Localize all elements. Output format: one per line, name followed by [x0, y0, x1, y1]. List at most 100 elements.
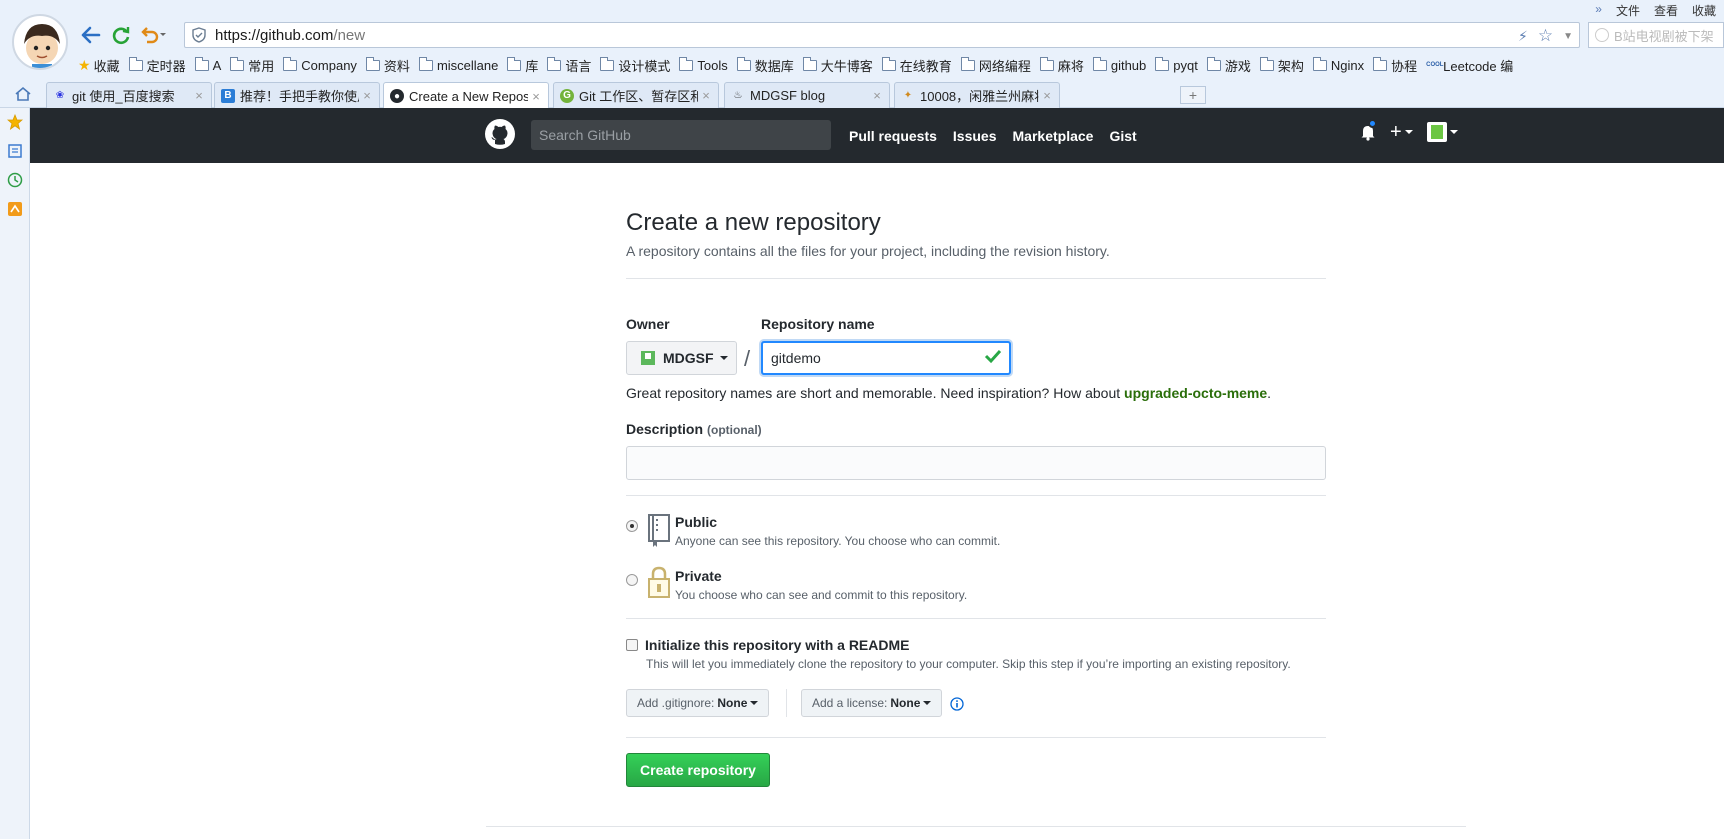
browser-search-box[interactable]: B站电视剧被下架 — [1588, 22, 1724, 48]
bookmark-item[interactable]: ★ 收藏 — [78, 56, 120, 75]
browser-tab[interactable]: ✦ 10008，闲雅兰州麻将::E× — [894, 82, 1060, 108]
bookmark-item[interactable]: 在线教育 — [881, 56, 952, 75]
gitignore-select[interactable]: Add .gitignore: None — [626, 689, 770, 717]
bookmark-item[interactable]: github — [1092, 56, 1147, 73]
browser-tab[interactable]: G Git 工作区、暂存区和版× — [553, 82, 719, 108]
github-header-right: + — [1360, 119, 1458, 142]
bookmark-label: 资料 — [383, 58, 410, 74]
name-suggestion[interactable]: upgraded-octo-meme — [1124, 385, 1267, 401]
baidu-paw-icon: ❀ — [55, 90, 65, 101]
bookmark-label: miscellane — [436, 57, 499, 73]
license-select[interactable]: Add a license: None — [801, 689, 943, 717]
home-button[interactable] — [14, 86, 32, 105]
info-icon[interactable] — [950, 697, 964, 711]
menu-view[interactable]: 查看 — [1654, 2, 1678, 19]
browser-tab[interactable]: ● Create a New Reposito× — [383, 82, 549, 109]
folder-icon — [1039, 56, 1054, 71]
license-label: Add a license: — [812, 696, 888, 710]
bookmark-item[interactable]: Company — [283, 56, 357, 73]
address-bar[interactable]: https://github.com/new ⚡ ☆ ▼ — [184, 22, 1580, 48]
readme-checkbox[interactable] — [626, 639, 638, 651]
gitignore-label: Add .gitignore: — [637, 696, 715, 710]
bookmark-label: github — [1110, 57, 1147, 73]
tab-label: 推荐！手把手教你使用Gi — [240, 89, 359, 104]
back-button[interactable] — [78, 23, 104, 47]
description-input[interactable] — [626, 446, 1326, 480]
undo-button[interactable] — [138, 23, 170, 47]
close-icon[interactable]: × — [191, 88, 207, 103]
bookmark-item[interactable]: 架构 — [1259, 56, 1304, 75]
reading-list-icon[interactable] — [7, 143, 23, 159]
bookmark-item[interactable]: miscellane — [418, 56, 499, 73]
bookmark-label: 语言 — [565, 58, 592, 74]
star-outline-icon[interactable]: ☆ — [1538, 26, 1553, 46]
nav-gist[interactable]: Gist — [1109, 128, 1136, 144]
readme-desc: This will let you immediately clone the … — [646, 657, 1291, 671]
browser-tab[interactable]: ❀ git 使用_百度搜索 × — [46, 82, 212, 108]
profile-dropdown[interactable] — [1426, 122, 1458, 142]
favorites-star-icon[interactable] — [7, 114, 23, 130]
menu-favorites[interactable]: 收藏 — [1692, 2, 1716, 19]
nav-pull-requests[interactable]: Pull requests — [849, 128, 937, 144]
create-repository-button[interactable]: Create repository — [626, 753, 770, 787]
bookmark-item[interactable]: 游戏 — [1206, 56, 1251, 75]
double-chevron-icon[interactable]: » — [1595, 2, 1602, 19]
menu-file[interactable]: 文件 — [1616, 2, 1640, 19]
nav-marketplace[interactable]: Marketplace — [1013, 128, 1094, 144]
profile-avatar — [1426, 122, 1447, 142]
user-avatar[interactable] — [12, 14, 68, 70]
bookmark-label: 游戏 — [1224, 58, 1251, 74]
bookmark-item[interactable]: Nginx — [1312, 56, 1364, 73]
close-icon[interactable]: × — [698, 88, 714, 103]
bookmark-item[interactable]: 资料 — [365, 56, 410, 75]
create-new-dropdown[interactable]: + — [1390, 122, 1413, 142]
github-logo-icon[interactable] — [484, 118, 516, 150]
bookmark-item[interactable]: A — [194, 56, 221, 73]
bookmark-label: 常用 — [248, 58, 275, 74]
history-clock-icon[interactable] — [7, 172, 23, 188]
bookmark-item[interactable]: 数据库 — [736, 56, 794, 75]
close-icon[interactable]: × — [359, 88, 375, 103]
browser-tab[interactable]: B 推荐！手把手教你使用Gi× — [214, 82, 380, 108]
github-nav: Pull requests Issues Marketplace Gist — [849, 108, 1137, 163]
private-desc: You choose who can see and commit to thi… — [675, 588, 968, 602]
dropdown-caret-icon[interactable]: ▼ — [1563, 31, 1573, 42]
address-bar-tools: ⚡ ☆ ▼ — [1518, 26, 1573, 46]
owner-select[interactable]: MDGSF — [626, 341, 737, 375]
folder-icon — [194, 56, 209, 71]
nav-issues[interactable]: Issues — [953, 128, 997, 144]
refresh-button[interactable] — [108, 23, 134, 47]
bookmark-item[interactable]: 常用 — [230, 56, 274, 75]
browser-tab[interactable]: ♨ MDGSF blog × — [724, 82, 890, 108]
notifications-button[interactable] — [1360, 119, 1377, 141]
close-icon[interactable]: × — [1039, 88, 1055, 103]
extension-icon[interactable] — [7, 201, 23, 217]
divider — [626, 618, 1326, 619]
flame-icon: ♨ — [733, 90, 743, 101]
close-icon[interactable]: × — [528, 89, 544, 104]
new-tab-button[interactable]: + — [1180, 86, 1206, 104]
url-text: https://github.com/new — [215, 27, 365, 44]
bookmark-item[interactable]: 麻将 — [1039, 56, 1084, 75]
lightning-icon[interactable]: ⚡ — [1518, 28, 1528, 45]
github-search-input[interactable]: Search GitHub — [531, 120, 831, 150]
bookmark-item[interactable]: 语言 — [547, 56, 591, 75]
bookmark-label: 麻将 — [1057, 58, 1084, 74]
public-radio[interactable] — [626, 520, 638, 532]
repository-name-input[interactable] — [761, 341, 1011, 375]
repo-name-hint: Great repository names are short and mem… — [626, 385, 1271, 401]
private-radio[interactable] — [626, 574, 638, 586]
bookmark-item[interactable]: 协程 — [1373, 56, 1417, 75]
bookmark-item[interactable]: Tools — [679, 56, 728, 73]
bookmark-item[interactable]: pyqt — [1155, 56, 1198, 73]
bookmark-item[interactable]: COOL Leetcode 编 — [1426, 56, 1513, 75]
tab-label: Git 工作区、暂存区和版 — [579, 89, 698, 104]
folder-icon — [1259, 56, 1274, 71]
bookmark-item[interactable]: 设计模式 — [600, 56, 670, 75]
bookmark-item[interactable]: 大牛博客 — [802, 56, 873, 75]
bookmark-item[interactable]: 网络编程 — [960, 56, 1031, 75]
close-icon[interactable]: × — [869, 88, 885, 103]
bookmark-item[interactable]: 库 — [507, 56, 538, 75]
bookmark-label: 定时器 — [146, 58, 186, 74]
bookmark-item[interactable]: 定时器 — [128, 56, 186, 75]
